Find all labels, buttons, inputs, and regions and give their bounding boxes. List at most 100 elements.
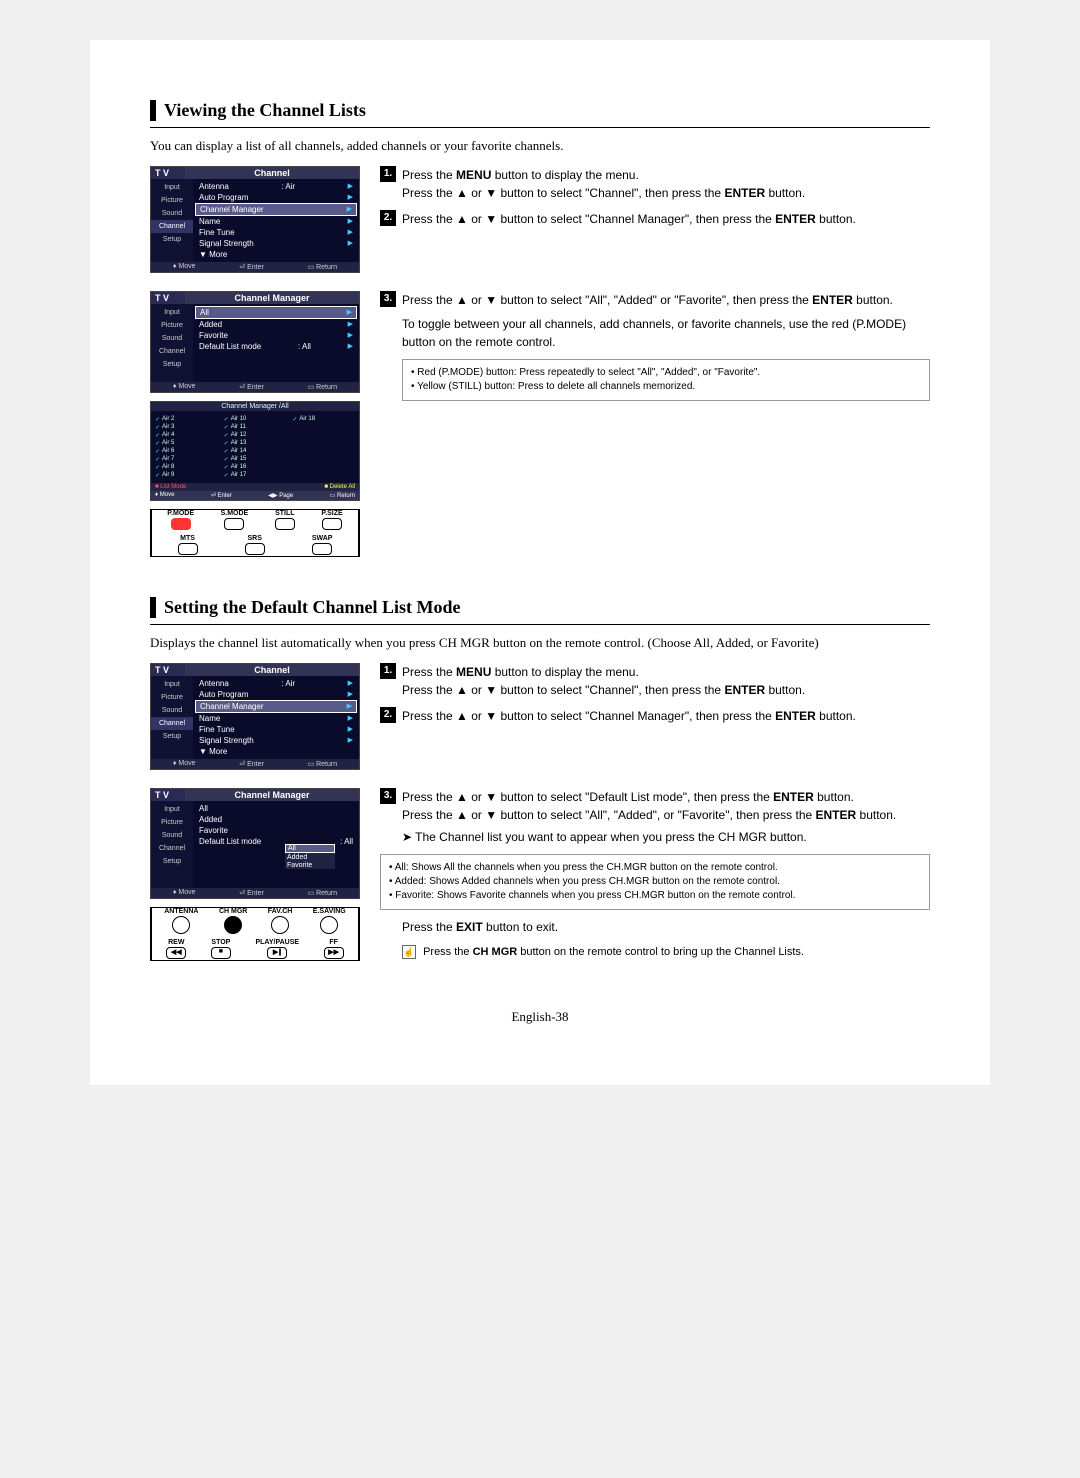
side-setup: Setup bbox=[151, 233, 193, 246]
side-channel: Channel bbox=[151, 220, 193, 233]
arrow-icon: ▶ bbox=[347, 205, 352, 214]
tv-menu-channel: T V Channel Input Picture Sound Channel … bbox=[150, 166, 360, 273]
grid-col-2: ✓Air 10 ✓Air 11 ✓Air 12 ✓Air 13 ✓Air 14 … bbox=[224, 415, 287, 479]
remote-pmode: P.MODE bbox=[167, 510, 194, 531]
side-input: Input bbox=[151, 181, 193, 194]
section-default-channel-list-mode: Setting the Default Channel List Mode Di… bbox=[150, 597, 930, 969]
check-icon: ✓ bbox=[155, 416, 160, 423]
remote-favch: FAV.CH bbox=[268, 908, 293, 935]
arrow-icon: ▶ bbox=[348, 193, 353, 202]
arrow-icon: ▶ bbox=[348, 331, 353, 340]
footer-move: Move bbox=[178, 263, 195, 270]
menu-antenna-val: : Air bbox=[281, 182, 295, 191]
tv-menu-channel-manager-dropdown: T V Channel Manager Input Picture Sound … bbox=[150, 788, 360, 899]
tv-menu-title: Channel bbox=[185, 167, 359, 179]
step-3-text: Press the ▲ or ▼ button to select "All",… bbox=[402, 291, 930, 351]
step-number-2: 2. bbox=[380, 707, 396, 723]
menu-added: Added bbox=[199, 320, 222, 329]
footer-return: Return bbox=[316, 384, 337, 391]
section-viewing-channel-lists: Viewing the Channel Lists You can displa… bbox=[150, 100, 930, 557]
footer-enter: Enter bbox=[247, 384, 264, 391]
remote-psize: P.SIZE bbox=[321, 510, 342, 531]
section-title: Setting the Default Channel List Mode bbox=[150, 597, 930, 618]
tv-menu-sidebar: Input Picture Sound Channel Setup bbox=[151, 179, 193, 262]
menu-all: All bbox=[200, 308, 209, 317]
grid-col-3: ✓Air 18 bbox=[292, 415, 355, 479]
menu-more: ▼ More bbox=[199, 250, 227, 259]
tv-label: T V bbox=[151, 167, 185, 179]
remote-smode: S.MODE bbox=[221, 510, 249, 531]
grid-title: Channel Manager /All bbox=[151, 402, 359, 411]
section-title: Viewing the Channel Lists bbox=[150, 100, 930, 121]
step-number-3: 3. bbox=[380, 291, 396, 307]
arrow-icon: ▶ bbox=[348, 320, 353, 329]
step-1-text: Press the MENU button to display the men… bbox=[402, 166, 930, 202]
arrow-icon: ▶ bbox=[348, 182, 353, 191]
menu-signal: Signal Strength bbox=[199, 239, 254, 248]
note-yellow-still: • Yellow (STILL) button: Press to delete… bbox=[411, 380, 921, 394]
remote-esaving: E.SAVING bbox=[313, 908, 346, 935]
step-number-1: 1. bbox=[380, 663, 396, 679]
side-input: Input bbox=[151, 306, 193, 319]
footer-return: Return bbox=[316, 264, 337, 271]
title-rule bbox=[150, 624, 930, 625]
remote-control-2: ANTENNA CH MGR FAV.CH E.SAVING REW◀◀ STO… bbox=[150, 907, 360, 961]
footer-enter: Enter bbox=[247, 264, 264, 271]
bullet-all: • All: Shows All the channels when you p… bbox=[389, 861, 921, 875]
side-sound: Sound bbox=[151, 207, 193, 220]
arrow-icon: ▶ bbox=[347, 308, 352, 317]
menu-name: Name bbox=[199, 217, 220, 226]
step-number-3: 3. bbox=[380, 788, 396, 804]
menu-channel-manager: Channel Manager bbox=[200, 205, 264, 214]
bullet-added: • Added: Shows Added channels when you p… bbox=[389, 875, 921, 889]
grid-listmode: List Mode bbox=[160, 484, 186, 490]
exit-instruction: Press the EXIT button to exit. bbox=[402, 918, 930, 936]
section-intro: Displays the channel list automatically … bbox=[150, 635, 930, 651]
remote-stop: STOP■ bbox=[211, 939, 231, 960]
remote-srs: SRS bbox=[245, 535, 265, 556]
dropdown-favorite: Favorite bbox=[285, 861, 335, 869]
channel-list-note: ➤ The Channel list you want to appear wh… bbox=[402, 828, 930, 846]
sub-bullets-box: • All: Shows All the channels when you p… bbox=[380, 854, 930, 910]
remote-chmgr: CH MGR bbox=[219, 908, 247, 935]
remote-mts: MTS bbox=[178, 535, 198, 556]
remote-ff: FF▶▶ bbox=[324, 939, 344, 960]
page-number: English-38 bbox=[150, 1009, 930, 1025]
channel-list-grid: Channel Manager /All ✓Air 2 ✓Air 3 ✓Air … bbox=[150, 401, 360, 501]
arrow-icon: ▶ bbox=[348, 217, 353, 226]
menu-finetune: Fine Tune bbox=[199, 228, 235, 237]
menu-antenna: Antenna bbox=[199, 182, 229, 191]
menu-default-val: : All bbox=[298, 342, 311, 351]
dropdown-list: All Added Favorite bbox=[285, 844, 335, 869]
bullet-favorite: • Favorite: Shows Favorite channels when… bbox=[389, 889, 921, 903]
tv-menu-title: Channel Manager bbox=[185, 292, 359, 304]
step-number-1: 1. bbox=[380, 166, 396, 182]
step-2-text: Press the ▲ or ▼ button to select "Chann… bbox=[402, 210, 930, 228]
grid-col-1: ✓Air 2 ✓Air 3 ✓Air 4 ✓Air 5 ✓Air 6 ✓Air … bbox=[155, 415, 218, 479]
remote-play: PLAY/PAUSE▶∥ bbox=[255, 939, 299, 960]
tv-label: T V bbox=[151, 292, 185, 304]
arrow-icon: ▶ bbox=[348, 342, 353, 351]
remote-still: STILL bbox=[275, 510, 295, 531]
chmgr-note: ☝ Press the CH MGR button on the remote … bbox=[402, 944, 930, 961]
note-box-1: • Red (P.MODE) button: Press repeatedly … bbox=[402, 359, 930, 401]
remote-icon: ☝ bbox=[402, 945, 416, 959]
remote-control-1: P.MODE S.MODE STILL P.SIZE MTS SRS SWAP bbox=[150, 509, 360, 557]
menu-favorite: Favorite bbox=[199, 331, 228, 340]
arrow-icon: ▶ bbox=[348, 239, 353, 248]
dropdown-added: Added bbox=[285, 853, 335, 861]
tv-menu-channel-manager: T V Channel Manager Input Picture Sound … bbox=[150, 291, 360, 393]
side-setup: Setup bbox=[151, 358, 193, 371]
side-picture: Picture bbox=[151, 319, 193, 332]
menu-autoprogram: Auto Program bbox=[199, 193, 248, 202]
manual-page: Viewing the Channel Lists You can displa… bbox=[90, 40, 990, 1085]
step-number-2: 2. bbox=[380, 210, 396, 226]
arrow-icon: ▶ bbox=[348, 228, 353, 237]
section-intro: You can display a list of all channels, … bbox=[150, 138, 930, 154]
grid-deleteall: Delete All bbox=[330, 484, 355, 490]
dropdown-all: All bbox=[285, 844, 335, 853]
remote-rew: REW◀◀ bbox=[166, 939, 186, 960]
note-red-pmode: • Red (P.MODE) button: Press repeatedly … bbox=[411, 366, 921, 380]
title-rule bbox=[150, 127, 930, 128]
side-picture: Picture bbox=[151, 194, 193, 207]
